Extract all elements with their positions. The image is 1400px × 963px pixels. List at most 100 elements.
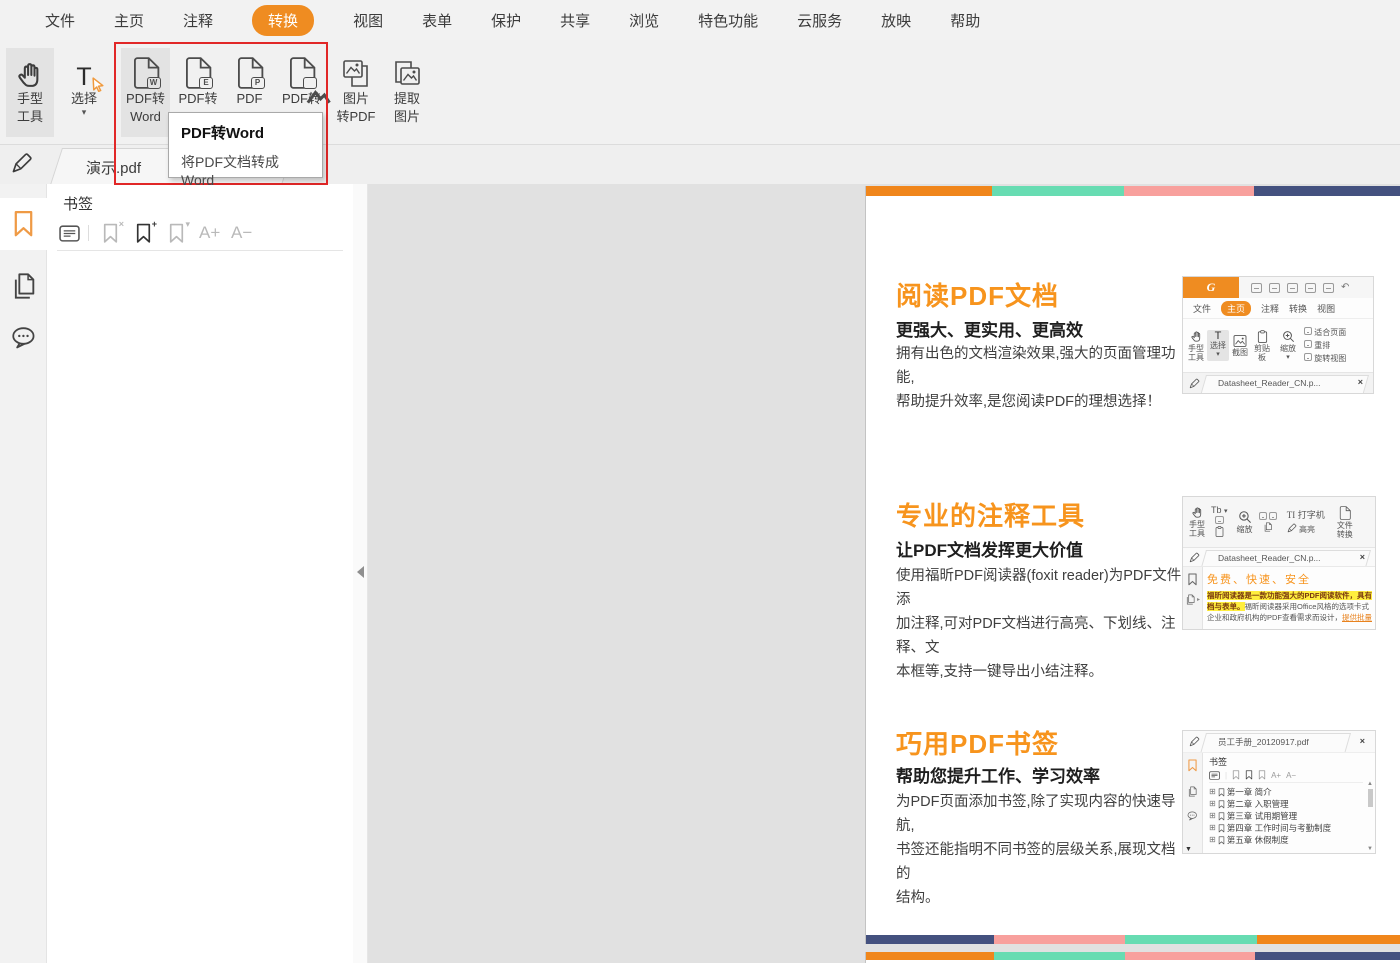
menu-convert[interactable]: 转换: [252, 4, 315, 36]
mini-doc-tab: Datasheet_Reader_CN.p...: [1218, 378, 1321, 388]
tooltip-title: PDF转Word: [181, 125, 265, 142]
undo-icon: ↶: [1341, 282, 1350, 293]
comment-icon: [11, 326, 37, 350]
menu-home[interactable]: 主页: [114, 10, 144, 31]
font-increase-button[interactable]: A+: [199, 222, 220, 244]
tooltip-body: 将PDF文档转成Word: [181, 154, 279, 188]
section3-body-line: 为PDF页面添加书签,除了实现内容的快速导航,: [896, 794, 1176, 834]
section2-heading: 专业的注释工具: [896, 501, 1086, 531]
font-decrease-button[interactable]: A−: [231, 222, 252, 244]
mini-zoom-tool: 缩放 ▾: [1277, 328, 1299, 364]
mini-pencil-icon: [1189, 552, 1200, 563]
delete-bookmark-button[interactable]: ×: [102, 219, 124, 244]
mini-close-icon: ×: [1359, 736, 1365, 746]
mini-left-rail: ▼: [1183, 753, 1203, 853]
mini-scrollbar: ▲ ▼: [1367, 781, 1373, 852]
pdf-page-2: [865, 952, 1400, 963]
panel-splitter[interactable]: [353, 184, 368, 963]
menu-protect[interactable]: 保护: [491, 10, 521, 31]
comments-panel-button[interactable]: [0, 312, 47, 364]
save-icon: [1269, 282, 1280, 293]
mini-doc-tab: Datasheet_Reader_CN.p...: [1218, 553, 1321, 563]
mini-bookmark-toolbar: | A+ A−: [1209, 770, 1363, 783]
section3-body-line: 结构。: [896, 890, 940, 906]
mini-select-tool: T 选择 ▾: [1207, 330, 1229, 361]
section2-body-line: 本框等,支持一键导出小结注释。: [896, 664, 1104, 680]
bookmark-options-button[interactable]: [59, 222, 80, 244]
mini-close-icon: ×: [1357, 377, 1363, 387]
select-tool-button[interactable]: T 选择 ▾: [60, 48, 108, 137]
extract-image-button[interactable]: 提取 图片: [383, 48, 431, 137]
chevron-down-icon: ▾: [81, 107, 87, 117]
navigation-rail: [0, 184, 47, 963]
mini-menu-home: 主页: [1221, 300, 1252, 316]
menu-cloud[interactable]: 云服务: [797, 10, 842, 31]
mini-bookmark-item: ⊞ 第五章 休假制度: [1209, 835, 1289, 845]
menu-present[interactable]: 放映: [881, 10, 911, 31]
image-to-pdf-icon: [343, 60, 368, 87]
section2-body-line: 使用福昕PDF阅读器(foxit reader)为PDF文件添: [896, 568, 1182, 608]
section3-subheading: 帮助您提升工作、学习效率: [896, 767, 1100, 786]
menu-help[interactable]: 帮助: [950, 10, 980, 31]
screenshot-annotation-ui: 手型 工具 Tb ▾ 缩放 TI 打字机 高亮 文件 转换 Datasheet_…: [1182, 496, 1376, 630]
bookmarks-panel: 书签 × + ▾ A+ A−: [47, 184, 353, 963]
hand-tool-button[interactable]: 手型 工具: [6, 48, 54, 137]
pages-icon: [11, 272, 37, 300]
mini-doc-text: 福昕阅读器采用Office风格的选项卡式: [1244, 602, 1369, 611]
page-top-color-bar: [866, 952, 1400, 960]
section1-body-line: 帮助提升效率,是您阅读PDF的理想选择！: [896, 394, 1162, 410]
mini-clipboard-tool: 剪贴板: [1251, 328, 1273, 364]
bookmark-delete-icon: [102, 223, 119, 244]
mini-zoom-tool: 缩放: [1234, 508, 1256, 536]
mini-typewriter-highlight: TI 打字机 高亮: [1286, 509, 1325, 534]
image-to-pdf-button[interactable]: 图片 转PDF: [331, 48, 381, 137]
mini-menu-convert: 转换: [1289, 303, 1308, 314]
toolbar-divider: [88, 225, 89, 241]
mini-doc-link: 提供批量: [1342, 613, 1372, 622]
expand-bookmarks-button[interactable]: ▾: [168, 219, 190, 244]
mini-menu-comment: 注释: [1261, 303, 1280, 314]
section3-body-line: 书签还能指明不同书签的层级关系,展现文档的: [896, 842, 1176, 882]
mini-panel-title: 书签: [1209, 757, 1228, 767]
mini-bookmark-item: ⊞ 第四章 工作时间与考勤制度: [1209, 823, 1332, 833]
section1-body-line: 拥有出色的文档渲染效果,强大的页面管理功能,: [896, 346, 1176, 386]
mini-left-rail: ▸: [1183, 567, 1203, 629]
bookmarks-panel-title: 书签: [63, 196, 94, 213]
annotate-pencil-icon[interactable]: [11, 152, 33, 174]
select-cursor-icon: T: [76, 64, 104, 92]
menu-bar: 文件 主页 注释 转换 视图 表单 保护 共享 浏览 特色功能 云服务 放映 帮…: [0, 0, 1400, 40]
bookmark-add-icon: [135, 223, 152, 244]
section2-body-line: 加注释,可对PDF文档进行高亮、下划线、注释、文: [896, 616, 1176, 656]
document-viewport[interactable]: 阅读PDF文档 更强大、更实用、更高效 拥有出色的文档渲染效果,强大的页面管理功…: [368, 184, 1400, 963]
section1-heading: 阅读PDF文档: [896, 281, 1060, 311]
screenshot-reader-ui: G ↶ 文件 主页 注释 转换 视图 手型 工具 T 选择 ▾ 截图 剪贴 板 …: [1182, 276, 1374, 394]
pages-panel-button[interactable]: [0, 260, 47, 312]
mail-icon: [1305, 282, 1316, 293]
mini-page-stack: [1256, 510, 1280, 535]
new-doc-icon: [1323, 282, 1334, 293]
bookmarks-panel-button[interactable]: [0, 198, 47, 250]
mini-collapse-icon: ▼: [1185, 846, 1192, 853]
menu-comment[interactable]: 注释: [183, 10, 213, 31]
pdf-to-word-button[interactable]: W PDF转 Word: [121, 48, 170, 137]
mini-pencil-icon: [1189, 736, 1200, 747]
menu-share[interactable]: 共享: [560, 10, 590, 31]
menu-browse[interactable]: 浏览: [629, 10, 659, 31]
section2-subheading: 让PDF文档发挥更大价值: [896, 541, 1083, 560]
mini-close-icon: ×: [1359, 552, 1365, 562]
add-bookmark-button[interactable]: +: [135, 219, 157, 244]
menu-form[interactable]: 表单: [422, 10, 452, 31]
list-icon: [59, 225, 80, 242]
mini-menu-file: 文件: [1193, 303, 1212, 314]
document-tab-label: 演示.pdf: [86, 160, 142, 177]
mini-snapshot-tool: 截图: [1229, 333, 1251, 359]
open-folder-icon: [1251, 282, 1262, 293]
mini-doc-heading: 免费、快速、安全: [1207, 574, 1311, 586]
menu-view[interactable]: 视图: [353, 10, 383, 31]
mini-pencil-icon: [1189, 378, 1200, 389]
collapse-panel-icon[interactable]: [357, 566, 364, 578]
mini-hand-tool: 手型 工具: [1185, 328, 1207, 364]
menu-file[interactable]: 文件: [45, 10, 75, 31]
mini-bookmark-item: ⊞ 第一章 简介: [1209, 787, 1272, 797]
menu-features[interactable]: 特色功能: [698, 10, 758, 31]
